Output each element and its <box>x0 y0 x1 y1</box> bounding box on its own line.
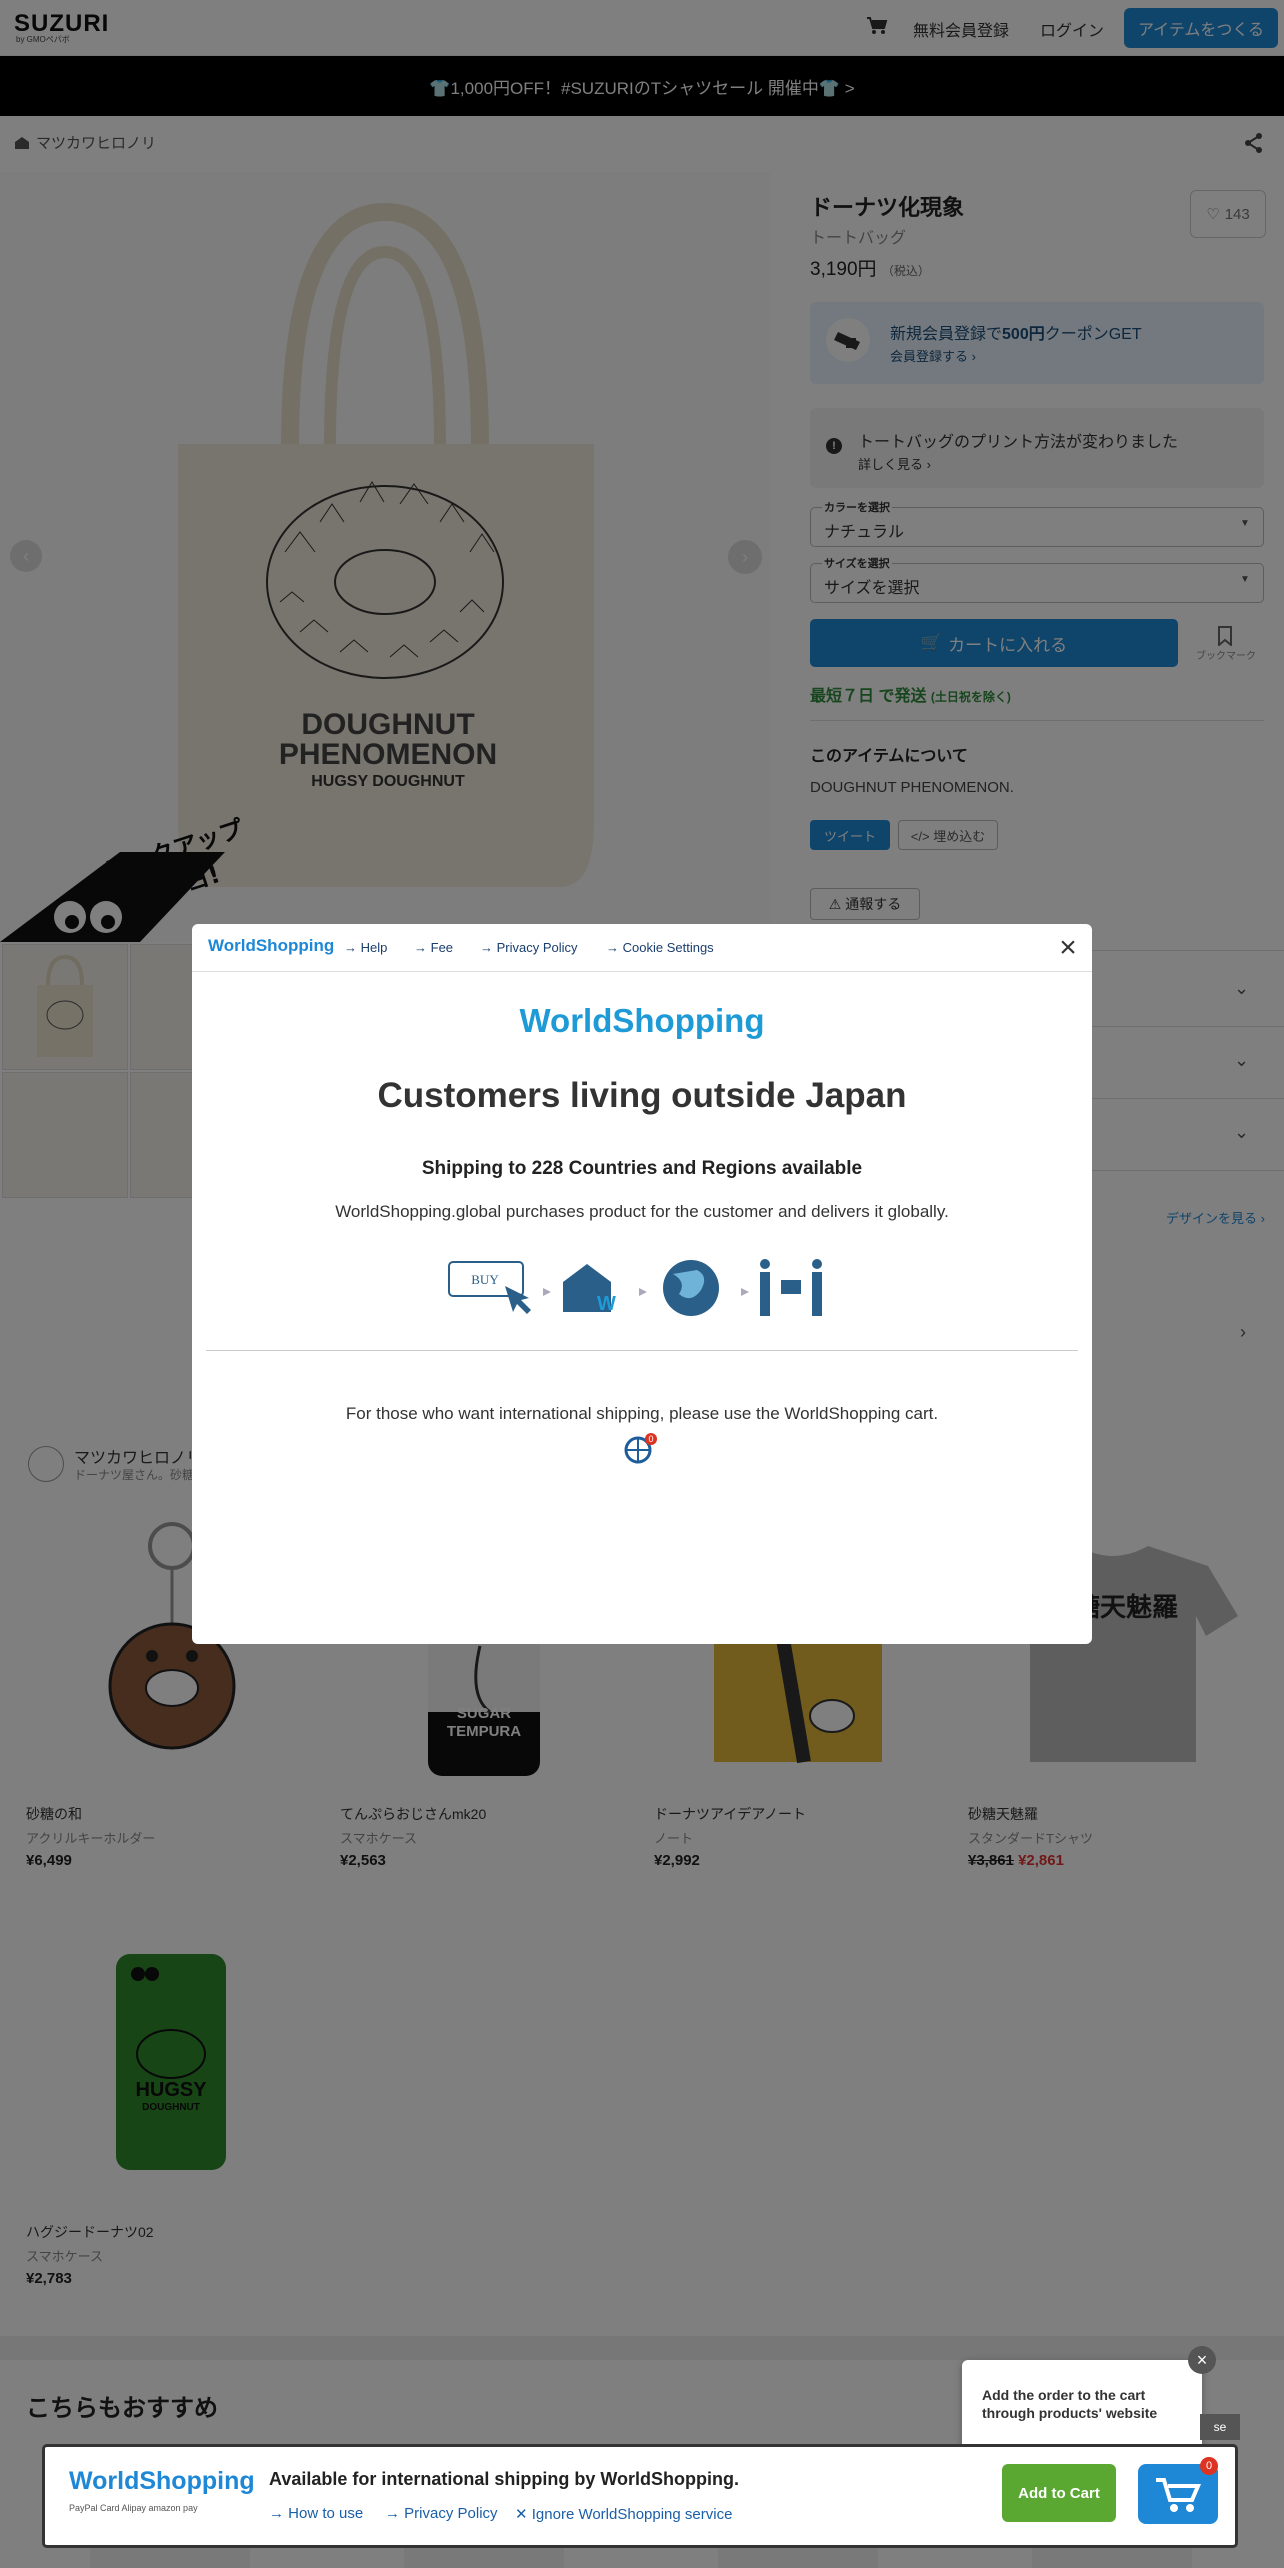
worldshopping-logo: WorldShopping <box>208 936 335 955</box>
fee-link-label: Fee <box>430 940 454 955</box>
help-link-label: Help <box>360 940 388 955</box>
tooltip-close-tab[interactable]: se <box>1200 2414 1240 2440</box>
worldshopping-big-logo: WorldShopping <box>519 1002 765 1039</box>
tooltip-close-button[interactable]: × <box>1188 2346 1216 2374</box>
help-link[interactable]: → Help <box>344 940 387 955</box>
worldshopping-bar-title: Available for international shipping by … <box>269 2469 740 2489</box>
cookie-link-label: Cookie Settings <box>622 940 714 955</box>
ignore-worldshopping-link[interactable]: ✕ Ignore WorldShopping service <box>515 2505 732 2523</box>
page: SUZURI by GMOペパボ 無料会員登録 ログイン アイテムをつくる 👕1… <box>0 0 1284 2568</box>
cookie-settings-link[interactable]: → Cookie Settings <box>606 940 714 955</box>
privacy-policy-link[interactable]: → Privacy Policy <box>480 940 578 955</box>
modal-title: Customers living outside Japan <box>377 1076 907 1115</box>
svg-text:W: W <box>597 1293 616 1315</box>
privacy-label: Privacy Policy <box>404 2505 498 2522</box>
modal-note: For those who want international shippin… <box>345 1404 939 1423</box>
privacy-policy-link[interactable]: → Privacy Policy <box>385 2505 498 2522</box>
how-to-use-label: How to use <box>288 2505 364 2522</box>
ignore-label: Ignore WorldShopping service <box>531 2506 733 2523</box>
worldshopping-cart-icon[interactable]: 0 <box>624 1432 658 1466</box>
modal-subtitle: Shipping to 228 Countries and Regions av… <box>421 1158 863 1179</box>
modal-divider <box>206 1350 1078 1351</box>
cart-count-badge: 0 <box>1200 2457 1218 2475</box>
cart-tooltip: Add the order to the cart through produc… <box>962 2360 1202 2450</box>
modal-header: WorldShopping → Help → Fee → Privacy Pol… <box>192 924 1092 972</box>
ws-add-to-cart-button[interactable]: Add to Cart <box>1002 2464 1116 2522</box>
tooltip-text: Add the order to the cart through produc… <box>982 2387 1158 2421</box>
fee-link[interactable]: → Fee <box>414 940 453 955</box>
privacy-link-label: Privacy Policy <box>496 940 578 955</box>
close-icon[interactable]: × <box>1052 931 1084 964</box>
modal-description: WorldShopping.global purchases product f… <box>335 1202 949 1221</box>
shipping-steps-illustration: BUY W <box>448 1259 822 1316</box>
how-to-use-link[interactable]: → How to use <box>269 2505 363 2522</box>
worldshopping-logo: WorldShopping <box>69 2467 255 2495</box>
cart-badge-count: 0 <box>648 1434 653 1444</box>
payment-logos: PayPal Card Alipay amazon pay <box>69 2503 198 2513</box>
buy-step-label: BUY <box>471 1272 499 1287</box>
worldshopping-modal: WorldShopping → Help → Fee → Privacy Pol… <box>192 924 1092 1644</box>
